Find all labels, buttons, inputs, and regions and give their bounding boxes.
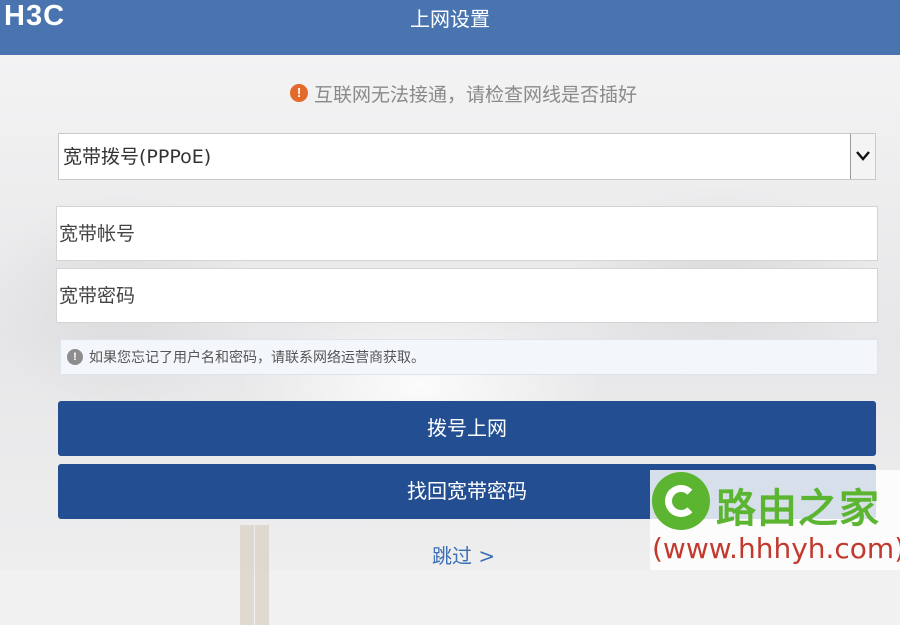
broadband-password-input[interactable] (56, 268, 878, 323)
hint-box: ! 如果您忘记了用户名和密码，请联系网络运营商获取。 (60, 339, 878, 375)
watermark-url: (www.hhhyh.com) (652, 532, 900, 565)
connection-type-value: 宽带拨号(PPPoE) (63, 146, 212, 168)
warning-text: 互联网无法接通，请检查网线是否插好 (314, 83, 638, 106)
chevron-down-icon (856, 151, 870, 161)
info-exclamation-icon: ! (67, 349, 83, 365)
exclamation-icon: ! (290, 84, 308, 102)
dropdown-button[interactable] (850, 134, 875, 179)
connection-warning: ! 互联网无法接通，请检查网线是否插好 (290, 80, 637, 106)
page-title: 上网设置 (410, 7, 490, 31)
watermark-logo-icon (652, 472, 710, 530)
dial-up-button[interactable]: 拨号上网 (58, 401, 876, 456)
hint-text: 如果您忘记了用户名和密码，请联系网络运营商获取。 (89, 350, 425, 366)
skip-link[interactable]: 跳过 > (432, 540, 495, 569)
connection-type-select[interactable]: 宽带拨号(PPPoE) (58, 133, 876, 180)
watermark-name: 路由之家 (716, 486, 880, 532)
watermark: 路由之家 (www.hhhyh.com) (650, 470, 900, 570)
header-bar: H3C 上网设置 (0, 0, 900, 55)
broadband-account-input[interactable] (56, 206, 878, 261)
background-decoration (255, 525, 269, 625)
background-decoration (240, 525, 254, 625)
